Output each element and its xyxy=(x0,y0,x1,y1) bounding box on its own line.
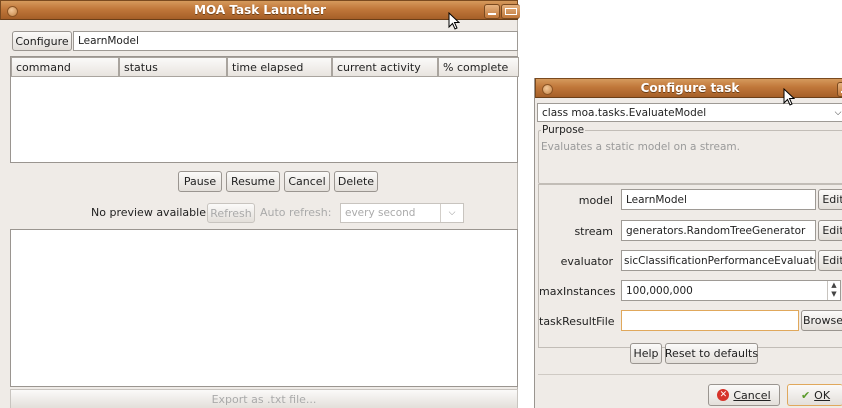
cancel-icon: ✕ xyxy=(717,389,730,401)
class-select-chevron-icon[interactable]: ⌵ xyxy=(831,104,842,121)
configure-task-dialog: Configure task class moa.tasks.EvaluateM… xyxy=(534,78,842,408)
column-header-command[interactable]: command xyxy=(11,57,119,77)
max-instances-value: 100,000,000 xyxy=(626,284,693,297)
dialog-ok-button[interactable]: ✔ OK xyxy=(787,384,842,406)
dialog-title: Configure task xyxy=(640,81,740,95)
cancel-task-button[interactable]: Cancel xyxy=(284,171,330,192)
delete-button[interactable]: Delete xyxy=(334,171,378,192)
dialog-mouse-pointer-icon xyxy=(783,88,795,106)
max-instances-field[interactable]: 100,000,000 ▲ ▼ xyxy=(621,280,841,301)
launcher-titlebar[interactable]: MOA Task Launcher xyxy=(0,0,520,20)
stream-field[interactable]: generators.RandomTreeGenerator xyxy=(621,220,816,241)
launcher-window: MOA Task Launcher Configure LearnModel c… xyxy=(0,0,520,408)
dialog-separator xyxy=(538,374,842,375)
configure-button[interactable]: Configure xyxy=(12,31,72,51)
maximize-icon[interactable] xyxy=(501,4,520,19)
param-label-stream: stream xyxy=(574,225,613,238)
model-field[interactable]: LearnModel xyxy=(621,189,816,210)
export-button[interactable]: Export as .txt file... xyxy=(10,389,518,408)
class-select-value: class moa.tasks.EvaluateModel xyxy=(542,106,707,119)
dialog-cancel-button[interactable]: ✕ Cancel xyxy=(708,384,780,406)
help-button[interactable]: Help xyxy=(630,343,662,364)
refresh-button[interactable]: Refresh xyxy=(207,203,255,223)
column-header-percent-complete[interactable]: % complete xyxy=(438,57,519,77)
param-label-model: model xyxy=(578,194,613,207)
resume-button[interactable]: Resume xyxy=(226,171,280,192)
auto-refresh-value: every second xyxy=(345,207,416,219)
mouse-pointer-icon xyxy=(448,12,460,30)
column-header-status[interactable]: status xyxy=(119,57,227,77)
task-result-file-field[interactable] xyxy=(621,310,799,331)
preview-area[interactable] xyxy=(10,229,518,387)
minimize-icon[interactable] xyxy=(484,4,500,19)
pause-button[interactable]: Pause xyxy=(178,171,222,192)
dialog-cancel-label: Cancel xyxy=(733,388,771,402)
purpose-text: Evaluates a static model on a stream. xyxy=(541,141,740,153)
evaluator-edit-button[interactable]: Edit xyxy=(818,250,842,271)
purpose-legend: Purpose xyxy=(541,124,586,136)
task-table[interactable]: command status time elapsed current acti… xyxy=(10,56,519,163)
auto-refresh-select[interactable]: every second ⌵ xyxy=(340,203,464,223)
param-label-evaluator: evaluator xyxy=(560,255,613,268)
column-header-current-activity[interactable]: current activity xyxy=(332,57,438,77)
model-edit-button[interactable]: Edit xyxy=(818,189,842,210)
dialog-titlebar[interactable]: Configure task xyxy=(535,78,842,98)
no-preview-label: No preview available xyxy=(91,206,206,219)
chevron-down-icon[interactable]: ⌵ xyxy=(440,204,463,222)
dialog-ok-label: OK xyxy=(814,388,831,402)
class-select[interactable]: class moa.tasks.EvaluateModel ⌵ xyxy=(537,103,842,122)
column-header-time-elapsed[interactable]: time elapsed xyxy=(227,57,332,77)
param-label-max-instances: maxInstances xyxy=(539,285,616,298)
param-label-task-result-file: taskResultFile xyxy=(539,315,615,328)
dialog-close-icon[interactable] xyxy=(837,82,842,97)
stream-edit-button[interactable]: Edit xyxy=(818,220,842,241)
spinner-arrows-icon[interactable]: ▲ ▼ xyxy=(827,281,840,300)
browse-button[interactable]: Browse xyxy=(801,310,842,331)
auto-refresh-label: Auto refresh: xyxy=(260,206,332,219)
evaluator-field[interactable]: sicClassificationPerformanceEvaluator xyxy=(621,250,816,271)
checkmark-icon: ✔ xyxy=(800,388,811,402)
purpose-group: Purpose Evaluates a static model on a st… xyxy=(538,124,842,184)
reset-defaults-button[interactable]: Reset to defaults xyxy=(665,343,758,364)
launcher-title: MOA Task Launcher xyxy=(194,3,326,17)
task-field[interactable]: LearnModel xyxy=(73,31,518,51)
